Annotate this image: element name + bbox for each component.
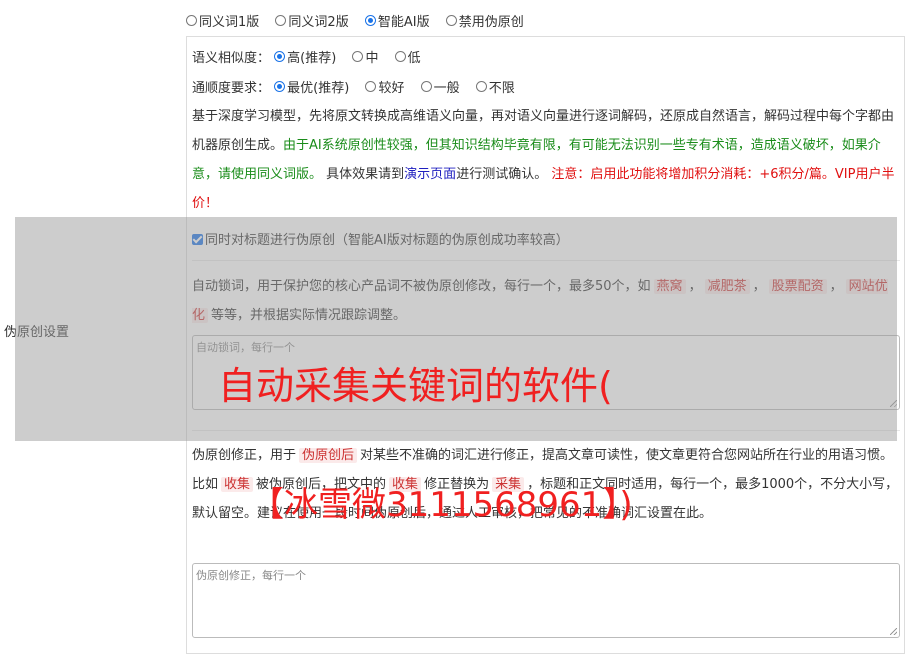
example-chip: 收集	[221, 477, 254, 492]
radio-icon	[275, 15, 287, 26]
similarity-label: 语义相似度：	[192, 51, 271, 66]
radio-icon	[475, 81, 487, 92]
watermark-contact: 【冰雪微3111568961】)	[250, 485, 633, 525]
watermark-text: 自动采集关键词的软件(	[218, 364, 613, 408]
radio-selected-icon	[274, 51, 286, 62]
fluency-label: 通顺度要求：	[192, 81, 271, 96]
resize-handle-icon[interactable]	[890, 628, 897, 635]
mode-radio-synonym2[interactable]: 同义词2版	[275, 11, 349, 30]
mode-radio-disable[interactable]: 禁用伪原创	[445, 11, 524, 30]
similarity-row: 语义相似度： 高(推荐) 中 低	[192, 47, 433, 66]
fluency-any[interactable]: 不限	[475, 77, 515, 96]
radio-selected-icon	[274, 81, 286, 92]
similarity-mid[interactable]: 中	[352, 47, 378, 66]
radio-icon	[394, 51, 406, 62]
radio-selected-icon	[364, 15, 376, 26]
ai-description: 基于深度学习模型，先将原文转换成高维语义向量，再对语义向量进行逐词解码，还原成自…	[192, 109, 895, 211]
mode-radio-synonym1[interactable]: 同义词1版	[186, 11, 259, 30]
radio-icon	[365, 81, 377, 92]
mode-radio-group: 同义词1版 同义词2版 智能AI版 禁用伪原创	[186, 11, 536, 30]
mode-radio-ai[interactable]: 智能AI版	[364, 11, 430, 30]
demo-page-link[interactable]: 演示页面	[404, 167, 456, 182]
fluency-row: 通顺度要求： 最优(推荐) 较好 一般 不限	[192, 77, 527, 96]
fluency-best[interactable]: 最优(推荐)	[274, 77, 349, 96]
radio-icon	[445, 15, 457, 26]
fluency-normal[interactable]: 一般	[420, 77, 460, 96]
radio-icon	[352, 51, 364, 62]
similarity-high[interactable]: 高(推荐)	[274, 47, 336, 66]
example-chip: 伪原创后	[299, 448, 358, 463]
radio-icon	[186, 15, 197, 26]
similarity-low[interactable]: 低	[394, 47, 421, 66]
correction-placeholder: 伪原创修正，每行一个	[196, 569, 306, 582]
fluency-good[interactable]: 较好	[365, 77, 404, 96]
radio-icon	[420, 81, 432, 92]
correction-textarea[interactable]: 伪原创修正，每行一个	[192, 563, 900, 638]
